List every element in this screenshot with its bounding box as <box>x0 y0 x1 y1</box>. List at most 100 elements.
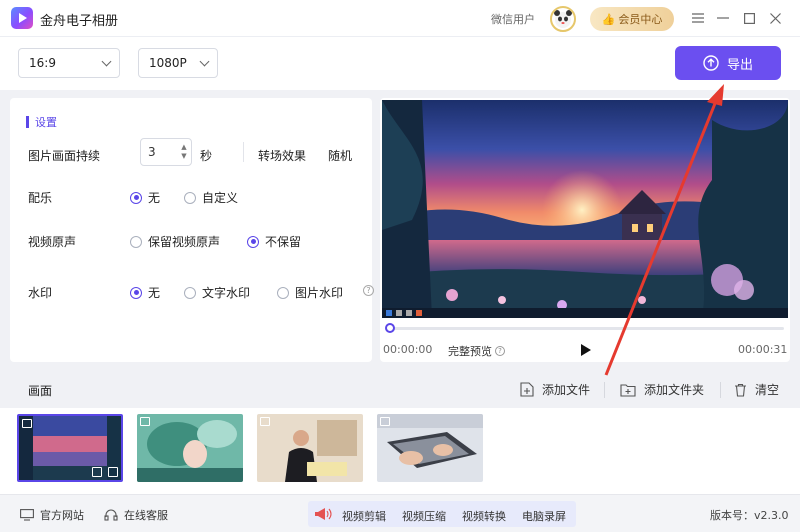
clear-button[interactable]: 清空 <box>734 381 779 398</box>
section-marker <box>26 116 29 128</box>
audio-option-label: 保留视频原声 <box>148 235 221 249</box>
transition-label: 转场效果 <box>258 149 307 163</box>
image-type-icon <box>260 417 270 426</box>
menu-icon[interactable] <box>689 9 707 27</box>
preview-image <box>382 100 788 318</box>
settings-title-label: 设置 <box>35 116 57 129</box>
thumbnail-item[interactable] <box>137 414 243 482</box>
help-icon[interactable]: ? <box>495 346 505 356</box>
divider <box>243 142 244 162</box>
playback-progress[interactable] <box>385 323 784 333</box>
thumbs-up-icon: 👍 <box>601 12 616 26</box>
thumbnail-strip <box>0 408 800 494</box>
divider <box>720 382 721 398</box>
watermark-option-label: 文字水印 <box>202 286 251 300</box>
play-icon <box>581 344 591 356</box>
music-option-label: 自定义 <box>202 191 239 205</box>
radio-unchecked-icon <box>277 286 289 299</box>
duration-value: 3 <box>148 145 156 159</box>
upload-icon <box>703 55 719 71</box>
add-file-icon <box>520 382 534 397</box>
toolbar: 16:9 1080P 导出 <box>0 36 800 90</box>
add-folder-label: 添加文件夹 <box>644 383 705 397</box>
progress-handle[interactable] <box>385 323 395 333</box>
radio-unchecked-icon <box>130 235 142 248</box>
thumbnail-item[interactable] <box>17 414 123 482</box>
thumbnail-item[interactable] <box>377 414 483 482</box>
thumbnail-tools <box>92 467 118 477</box>
maximize-icon[interactable] <box>740 9 758 27</box>
website-label: 官方网站 <box>40 509 84 522</box>
resolution-select[interactable]: 1080P <box>138 48 218 78</box>
aspect-ratio-select[interactable]: 16:9 <box>18 48 120 78</box>
image-type-icon <box>22 419 32 428</box>
minimize-icon[interactable] <box>714 9 732 27</box>
support-link[interactable]: 在线客服 <box>104 507 168 523</box>
frames-title: 画面 <box>28 384 53 398</box>
title-bar: 金舟电子相册 微信用户 👍 会员中心 <box>0 0 800 36</box>
divider <box>604 382 605 398</box>
full-preview-toggle[interactable]: 完整预览 ? <box>448 343 505 359</box>
export-button[interactable]: 导出 <box>675 46 781 80</box>
radio-checked-icon <box>247 235 259 248</box>
vip-center-label: 会员中心 <box>618 13 663 26</box>
status-bar: 官方网站 在线客服 视频剪辑 视频压缩 视频转换 电脑录屏 版本号：v2.3.0 <box>0 494 800 532</box>
help-icon[interactable]: ? <box>363 285 374 296</box>
add-file-label: 添加文件 <box>542 383 591 397</box>
music-option-none[interactable]: 无 <box>130 189 160 206</box>
watermark-option-label: 无 <box>148 286 161 300</box>
export-label: 导出 <box>726 57 753 73</box>
watermark-option-text[interactable]: 文字水印 <box>184 284 250 301</box>
play-button[interactable] <box>575 339 597 361</box>
audio-option-discard[interactable]: 不保留 <box>247 233 301 250</box>
website-link[interactable]: 官方网站 <box>20 507 84 523</box>
crop-icon[interactable] <box>92 467 102 477</box>
watermark-option-image[interactable]: 图片水印 <box>277 284 343 301</box>
duration-label: 图片画面持续 <box>28 149 101 163</box>
music-option-custom[interactable]: 自定义 <box>184 189 238 206</box>
version-label: 版本号：v2.3.0 <box>710 509 789 522</box>
chevron-down-icon <box>101 56 112 67</box>
resolution-value: 1080P <box>149 56 187 70</box>
promo-video-compress[interactable]: 视频压缩 <box>402 508 446 524</box>
audio-label: 视频原声 <box>28 235 77 249</box>
app-logo-icon <box>11 7 33 29</box>
promo-screen-record[interactable]: 电脑录屏 <box>522 508 566 524</box>
image-type-icon <box>140 417 150 426</box>
frames-header: 画面 添加文件 添加文件夹 清空 <box>0 370 800 408</box>
music-label: 配乐 <box>28 191 53 205</box>
promo-video-edit[interactable]: 视频剪辑 <box>342 508 386 524</box>
watermark-option-none[interactable]: 无 <box>130 284 160 301</box>
monitor-icon <box>20 509 34 521</box>
current-time: 00:00:00 <box>383 343 433 356</box>
promo-video-convert[interactable]: 视频转换 <box>462 508 506 524</box>
transition-value[interactable]: 随机 <box>328 147 352 164</box>
chevron-down-icon <box>199 56 210 67</box>
radio-checked-icon <box>130 286 142 299</box>
close-icon[interactable] <box>766 9 784 27</box>
add-folder-button[interactable]: 添加文件夹 <box>620 381 704 398</box>
settings-title: 设置 <box>26 114 57 130</box>
duration-unit: 秒 <box>200 149 213 163</box>
add-folder-icon <box>620 383 636 397</box>
radio-unchecked-icon <box>184 191 196 204</box>
clear-label: 清空 <box>755 383 780 397</box>
image-type-icon <box>380 417 390 426</box>
stepper-arrows-icon[interactable]: ▲ ▼ <box>180 143 188 161</box>
radio-checked-icon <box>130 191 142 204</box>
audio-option-keep[interactable]: 保留视频原声 <box>130 233 220 250</box>
headset-icon <box>104 509 118 521</box>
avatar[interactable] <box>550 6 576 32</box>
vip-center-button[interactable]: 👍 会员中心 <box>590 7 674 31</box>
duration-stepper[interactable]: 3 ▲ ▼ <box>140 138 192 166</box>
thumbnail-item[interactable] <box>257 414 363 482</box>
watermark-label: 水印 <box>28 286 53 300</box>
audio-option-label: 不保留 <box>265 235 302 249</box>
user-name[interactable]: 微信用户 <box>491 11 535 27</box>
radio-unchecked-icon <box>184 286 196 299</box>
megaphone-icon <box>315 508 332 520</box>
add-file-button[interactable]: 添加文件 <box>520 381 590 398</box>
trash-icon[interactable] <box>108 467 118 477</box>
app-title: 金舟电子相册 <box>40 14 119 29</box>
promo-bar: 视频剪辑 视频压缩 视频转换 电脑录屏 <box>308 501 576 527</box>
